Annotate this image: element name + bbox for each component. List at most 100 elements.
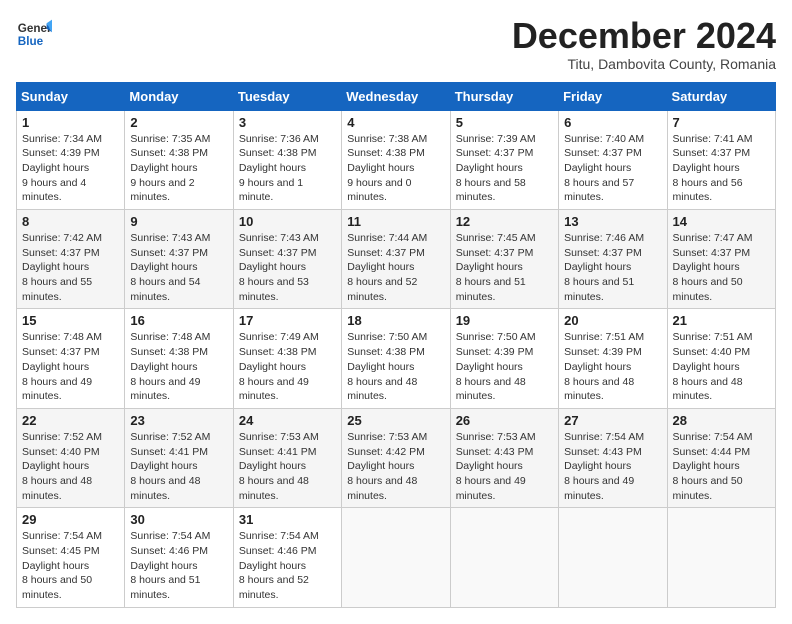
calendar-cell: 8 Sunrise: 7:42 AMSunset: 4:37 PMDayligh… <box>17 210 125 309</box>
day-number: 16 <box>130 313 227 328</box>
title-block: December 2024 Titu, Dambovita County, Ro… <box>512 16 776 72</box>
day-info: Sunrise: 7:45 AMSunset: 4:37 PMDaylight … <box>456 232 536 303</box>
day-info: Sunrise: 7:51 AMSunset: 4:39 PMDaylight … <box>564 331 644 402</box>
calendar-cell: 9 Sunrise: 7:43 AMSunset: 4:37 PMDayligh… <box>125 210 233 309</box>
day-info: Sunrise: 7:47 AMSunset: 4:37 PMDaylight … <box>673 232 753 303</box>
calendar-cell: 23 Sunrise: 7:52 AMSunset: 4:41 PMDaylig… <box>125 408 233 507</box>
calendar-cell: 10 Sunrise: 7:43 AMSunset: 4:37 PMDaylig… <box>233 210 341 309</box>
day-number: 26 <box>456 413 553 428</box>
day-number: 12 <box>456 214 553 229</box>
day-info: Sunrise: 7:52 AMSunset: 4:41 PMDaylight … <box>130 431 210 502</box>
day-number: 1 <box>22 115 119 130</box>
day-info: Sunrise: 7:46 AMSunset: 4:37 PMDaylight … <box>564 232 644 303</box>
location: Titu, Dambovita County, Romania <box>512 56 776 72</box>
day-info: Sunrise: 7:44 AMSunset: 4:37 PMDaylight … <box>347 232 427 303</box>
day-info: Sunrise: 7:34 AMSunset: 4:39 PMDaylight … <box>22 133 102 204</box>
day-info: Sunrise: 7:53 AMSunset: 4:43 PMDaylight … <box>456 431 536 502</box>
calendar-cell: 5 Sunrise: 7:39 AMSunset: 4:37 PMDayligh… <box>450 110 558 209</box>
day-info: Sunrise: 7:36 AMSunset: 4:38 PMDaylight … <box>239 133 319 204</box>
calendar-cell: 31 Sunrise: 7:54 AMSunset: 4:46 PMDaylig… <box>233 508 341 607</box>
day-info: Sunrise: 7:50 AMSunset: 4:38 PMDaylight … <box>347 331 427 402</box>
page-header: General Blue December 2024 Titu, Dambovi… <box>16 16 776 72</box>
calendar-cell: 14 Sunrise: 7:47 AMSunset: 4:37 PMDaylig… <box>667 210 775 309</box>
day-number: 27 <box>564 413 661 428</box>
day-number: 11 <box>347 214 444 229</box>
day-number: 31 <box>239 512 336 527</box>
column-header-sunday: Sunday <box>17 82 125 110</box>
day-info: Sunrise: 7:40 AMSunset: 4:37 PMDaylight … <box>564 133 644 204</box>
day-info: Sunrise: 7:54 AMSunset: 4:45 PMDaylight … <box>22 530 102 601</box>
calendar-cell: 26 Sunrise: 7:53 AMSunset: 4:43 PMDaylig… <box>450 408 558 507</box>
column-header-friday: Friday <box>559 82 667 110</box>
calendar-cell <box>342 508 450 607</box>
calendar-cell: 20 Sunrise: 7:51 AMSunset: 4:39 PMDaylig… <box>559 309 667 408</box>
day-number: 5 <box>456 115 553 130</box>
day-info: Sunrise: 7:35 AMSunset: 4:38 PMDaylight … <box>130 133 210 204</box>
calendar-cell: 18 Sunrise: 7:50 AMSunset: 4:38 PMDaylig… <box>342 309 450 408</box>
calendar-cell: 3 Sunrise: 7:36 AMSunset: 4:38 PMDayligh… <box>233 110 341 209</box>
logo-icon: General Blue <box>16 16 52 52</box>
day-info: Sunrise: 7:52 AMSunset: 4:40 PMDaylight … <box>22 431 102 502</box>
day-number: 30 <box>130 512 227 527</box>
day-info: Sunrise: 7:51 AMSunset: 4:40 PMDaylight … <box>673 331 753 402</box>
calendar-cell: 28 Sunrise: 7:54 AMSunset: 4:44 PMDaylig… <box>667 408 775 507</box>
day-number: 15 <box>22 313 119 328</box>
day-number: 14 <box>673 214 770 229</box>
day-info: Sunrise: 7:48 AMSunset: 4:37 PMDaylight … <box>22 331 102 402</box>
day-number: 20 <box>564 313 661 328</box>
calendar-cell: 13 Sunrise: 7:46 AMSunset: 4:37 PMDaylig… <box>559 210 667 309</box>
column-header-monday: Monday <box>125 82 233 110</box>
day-number: 7 <box>673 115 770 130</box>
calendar-cell: 21 Sunrise: 7:51 AMSunset: 4:40 PMDaylig… <box>667 309 775 408</box>
calendar-cell: 17 Sunrise: 7:49 AMSunset: 4:38 PMDaylig… <box>233 309 341 408</box>
day-info: Sunrise: 7:54 AMSunset: 4:44 PMDaylight … <box>673 431 753 502</box>
day-number: 4 <box>347 115 444 130</box>
day-info: Sunrise: 7:54 AMSunset: 4:43 PMDaylight … <box>564 431 644 502</box>
calendar-cell: 1 Sunrise: 7:34 AMSunset: 4:39 PMDayligh… <box>17 110 125 209</box>
day-info: Sunrise: 7:54 AMSunset: 4:46 PMDaylight … <box>130 530 210 601</box>
month-title: December 2024 <box>512 16 776 56</box>
day-number: 28 <box>673 413 770 428</box>
calendar-week-3: 15 Sunrise: 7:48 AMSunset: 4:37 PMDaylig… <box>17 309 776 408</box>
calendar-week-4: 22 Sunrise: 7:52 AMSunset: 4:40 PMDaylig… <box>17 408 776 507</box>
calendar-week-1: 1 Sunrise: 7:34 AMSunset: 4:39 PMDayligh… <box>17 110 776 209</box>
calendar-cell: 11 Sunrise: 7:44 AMSunset: 4:37 PMDaylig… <box>342 210 450 309</box>
day-info: Sunrise: 7:53 AMSunset: 4:42 PMDaylight … <box>347 431 427 502</box>
column-header-saturday: Saturday <box>667 82 775 110</box>
day-number: 23 <box>130 413 227 428</box>
calendar-cell: 15 Sunrise: 7:48 AMSunset: 4:37 PMDaylig… <box>17 309 125 408</box>
calendar-cell: 24 Sunrise: 7:53 AMSunset: 4:41 PMDaylig… <box>233 408 341 507</box>
logo: General Blue <box>16 16 52 52</box>
day-info: Sunrise: 7:43 AMSunset: 4:37 PMDaylight … <box>239 232 319 303</box>
calendar-cell: 22 Sunrise: 7:52 AMSunset: 4:40 PMDaylig… <box>17 408 125 507</box>
day-info: Sunrise: 7:39 AMSunset: 4:37 PMDaylight … <box>456 133 536 204</box>
calendar-cell: 2 Sunrise: 7:35 AMSunset: 4:38 PMDayligh… <box>125 110 233 209</box>
day-info: Sunrise: 7:53 AMSunset: 4:41 PMDaylight … <box>239 431 319 502</box>
calendar-cell <box>559 508 667 607</box>
day-info: Sunrise: 7:42 AMSunset: 4:37 PMDaylight … <box>22 232 102 303</box>
day-number: 17 <box>239 313 336 328</box>
calendar-cell: 4 Sunrise: 7:38 AMSunset: 4:38 PMDayligh… <box>342 110 450 209</box>
day-number: 9 <box>130 214 227 229</box>
calendar-cell: 29 Sunrise: 7:54 AMSunset: 4:45 PMDaylig… <box>17 508 125 607</box>
day-info: Sunrise: 7:48 AMSunset: 4:38 PMDaylight … <box>130 331 210 402</box>
calendar-cell: 7 Sunrise: 7:41 AMSunset: 4:37 PMDayligh… <box>667 110 775 209</box>
day-number: 13 <box>564 214 661 229</box>
day-number: 22 <box>22 413 119 428</box>
day-number: 10 <box>239 214 336 229</box>
calendar-cell <box>667 508 775 607</box>
calendar-cell: 25 Sunrise: 7:53 AMSunset: 4:42 PMDaylig… <box>342 408 450 507</box>
calendar-cell: 30 Sunrise: 7:54 AMSunset: 4:46 PMDaylig… <box>125 508 233 607</box>
column-header-tuesday: Tuesday <box>233 82 341 110</box>
day-info: Sunrise: 7:49 AMSunset: 4:38 PMDaylight … <box>239 331 319 402</box>
day-number: 29 <box>22 512 119 527</box>
column-header-thursday: Thursday <box>450 82 558 110</box>
calendar-table: SundayMondayTuesdayWednesdayThursdayFrid… <box>16 82 776 608</box>
day-number: 21 <box>673 313 770 328</box>
calendar-cell <box>450 508 558 607</box>
calendar-week-2: 8 Sunrise: 7:42 AMSunset: 4:37 PMDayligh… <box>17 210 776 309</box>
calendar-cell: 27 Sunrise: 7:54 AMSunset: 4:43 PMDaylig… <box>559 408 667 507</box>
calendar-week-5: 29 Sunrise: 7:54 AMSunset: 4:45 PMDaylig… <box>17 508 776 607</box>
day-info: Sunrise: 7:54 AMSunset: 4:46 PMDaylight … <box>239 530 319 601</box>
day-info: Sunrise: 7:41 AMSunset: 4:37 PMDaylight … <box>673 133 753 204</box>
